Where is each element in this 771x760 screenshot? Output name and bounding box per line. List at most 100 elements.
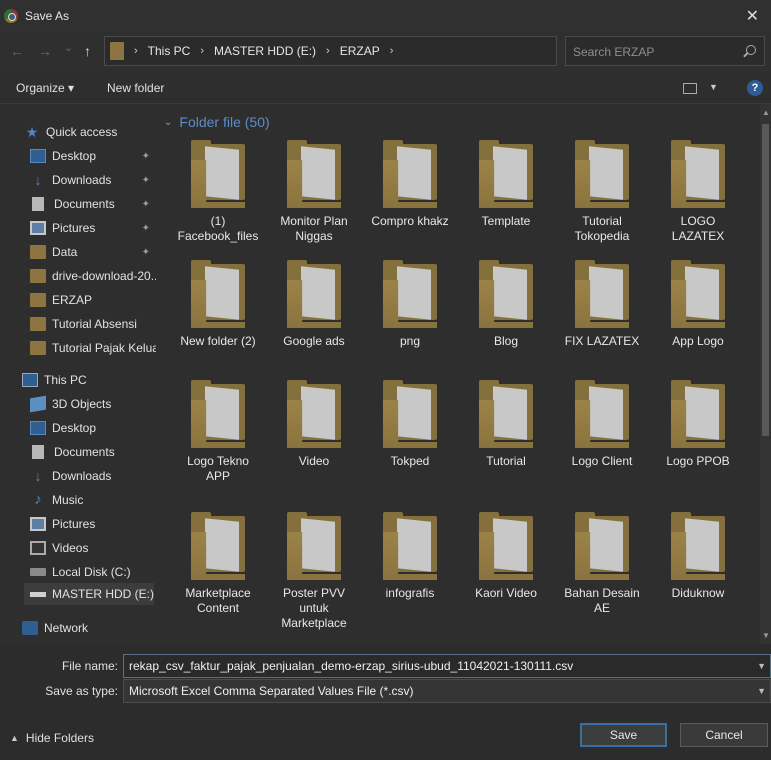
sidebar-item-master-hdd[interactable]: MASTER HDD (E:) [24, 583, 154, 605]
up-arrow-icon[interactable]: ↑ [84, 43, 91, 59]
search-placeholder: Search ERZAP [573, 45, 655, 59]
sidebar-item-label: Local Disk (C:) [52, 565, 131, 579]
hide-folders-button[interactable]: ▲ Hide Folders [10, 731, 94, 745]
close-icon[interactable]: ✕ [746, 6, 759, 26]
folder-tile[interactable]: Logo Tekno APP [170, 380, 266, 484]
sidebar-item-3d-objects[interactable]: 3D Objects [30, 393, 111, 415]
address-bar[interactable]: › This PC › MASTER HDD (E:) › ERZAP › [104, 36, 557, 66]
folder-icon [188, 140, 248, 208]
folder-tile[interactable]: New folder (2) [170, 260, 266, 349]
sidebar-item-music[interactable]: ♪ Music [30, 489, 83, 511]
sidebar-item-pictures-pc[interactable]: Pictures [30, 513, 95, 535]
sidebar-item-desktop-pc[interactable]: Desktop [30, 417, 96, 439]
sidebar-item-this-pc[interactable]: This PC [22, 369, 87, 391]
folder-tile[interactable]: Diduknow [650, 512, 746, 601]
sidebar-item-network[interactable]: Network [22, 617, 88, 639]
folder-name: Tutorial [486, 454, 526, 468]
folder-icon [188, 260, 248, 328]
sidebar-item-documents-pc[interactable]: Documents [32, 441, 115, 463]
folder-tile[interactable]: Tutorial Tokopedia [554, 140, 650, 244]
folder-tile[interactable]: png [362, 260, 458, 349]
drive-icon [30, 591, 46, 597]
search-input[interactable]: Search ERZAP [565, 36, 765, 66]
scroll-down-icon[interactable]: ▼ [762, 631, 770, 640]
folder-icon [668, 260, 728, 328]
forward-arrow-icon[interactable]: → [38, 43, 52, 59]
view-options-icon[interactable] [683, 83, 697, 94]
chevron-right-icon[interactable]: › [390, 45, 394, 57]
scroll-up-icon[interactable]: ▲ [762, 108, 770, 117]
search-icon[interactable] [746, 45, 756, 55]
folder-tile[interactable]: Template [458, 140, 554, 229]
desktop-icon [30, 421, 46, 435]
folder-name: App Logo [672, 334, 724, 348]
folder-name: Tutorial Tokopedia [574, 214, 630, 243]
chevron-down-icon[interactable]: ▼ [709, 82, 718, 92]
chevron-down-icon[interactable]: ▼ [757, 686, 766, 696]
sidebar-item-tutorial-absensi[interactable]: Tutorial Absensi [30, 313, 137, 335]
folder-tile[interactable]: Google ads [266, 260, 362, 349]
folder-tile[interactable]: FIX LAZATEX [554, 260, 650, 349]
sidebar-item-desktop[interactable]: Desktop ✦ [30, 145, 156, 167]
cancel-button[interactable]: Cancel [680, 723, 768, 747]
folder-icon [476, 380, 536, 448]
breadcrumb-master-hdd[interactable]: MASTER HDD (E:) [214, 44, 316, 58]
group-header[interactable]: ⌄ Folder file (50) [164, 114, 270, 130]
sidebar-item-quick-access[interactable]: ★ Quick access [24, 121, 118, 143]
chevron-down-icon[interactable]: ▼ [757, 661, 766, 671]
folder-tile[interactable]: Logo PPOB [650, 380, 746, 469]
folder-tile[interactable]: App Logo [650, 260, 746, 349]
folder-tile[interactable]: Monitor Plan Niggas [266, 140, 362, 244]
folder-tile[interactable]: Logo Client [554, 380, 650, 469]
folder-tile[interactable]: Tutorial [458, 380, 554, 469]
folder-tile[interactable]: Compro khakz [362, 140, 458, 229]
chevron-right-icon[interactable]: › [326, 45, 330, 57]
help-icon[interactable]: ? [747, 80, 763, 96]
folder-tile[interactable]: infografis [362, 512, 458, 601]
sidebar-item-drive-download[interactable]: drive-download-20... [30, 265, 156, 287]
sidebar-item-local-disk[interactable]: Local Disk (C:) [30, 561, 131, 583]
folder-tile[interactable]: Poster PVV untuk Marketplace [266, 512, 362, 631]
folder-icon [284, 260, 344, 328]
chrome-app-icon [4, 9, 18, 23]
new-folder-button[interactable]: New folder [107, 81, 164, 95]
folder-tile[interactable]: Blog [458, 260, 554, 349]
back-arrow-icon[interactable]: ← [10, 43, 24, 59]
folder-tile[interactable]: Kaori Video [458, 512, 554, 601]
folder-icon [572, 140, 632, 208]
save-button[interactable]: Save [580, 723, 667, 747]
computer-icon [22, 373, 38, 387]
scroll-thumb[interactable] [762, 124, 769, 436]
folder-icon [380, 512, 440, 580]
folder-tile[interactable]: (1) Facebook_files [170, 140, 266, 244]
breadcrumb-this-pc[interactable]: This PC [148, 44, 191, 58]
sidebar-item-erzap[interactable]: ERZAP [30, 289, 92, 311]
sidebar-item-downloads[interactable]: ↓ Downloads ✦ [30, 169, 156, 191]
pin-icon: ✦ [141, 246, 150, 258]
sidebar-item-data[interactable]: Data ✦ [30, 241, 156, 263]
folder-tile[interactable]: Bahan Desain AE [554, 512, 650, 616]
vertical-scrollbar[interactable]: ▲ ▼ [760, 104, 771, 644]
document-icon [32, 445, 44, 459]
folder-icon [188, 380, 248, 448]
toolbar: Organize ▾ New folder ▼ ? [0, 72, 771, 104]
sidebar-item-videos[interactable]: Videos [30, 537, 88, 559]
sidebar-item-documents[interactable]: Documents ✦ [32, 193, 156, 215]
organize-button[interactable]: Organize ▾ [16, 81, 74, 95]
chevron-up-icon: ▲ [10, 733, 19, 743]
folder-tile[interactable]: Marketplace Content [170, 512, 266, 616]
recent-locations-icon[interactable]: ⌄ [64, 41, 73, 54]
chevron-right-icon[interactable]: › [134, 45, 138, 57]
folder-tile[interactable]: LOGO LAZATEX [650, 140, 746, 244]
folder-tile[interactable]: Video [266, 380, 362, 469]
sidebar-item-tutorial-pajak[interactable]: Tutorial Pajak Keluaran [30, 337, 156, 359]
file-name-input[interactable]: rekap_csv_faktur_pajak_penjualan_demo-er… [123, 654, 771, 678]
folder-tile[interactable]: Tokped [362, 380, 458, 469]
save-type-select[interactable]: Microsoft Excel Comma Separated Values F… [123, 679, 771, 703]
sidebar-item-downloads-pc[interactable]: ↓ Downloads [30, 465, 112, 487]
breadcrumb-erzap[interactable]: ERZAP [340, 44, 380, 58]
sidebar-item-pictures[interactable]: Pictures ✦ [30, 217, 156, 239]
folder-name: png [399, 334, 421, 348]
chevron-right-icon[interactable]: › [200, 45, 204, 57]
chevron-down-icon[interactable]: ⌄ [164, 117, 172, 128]
